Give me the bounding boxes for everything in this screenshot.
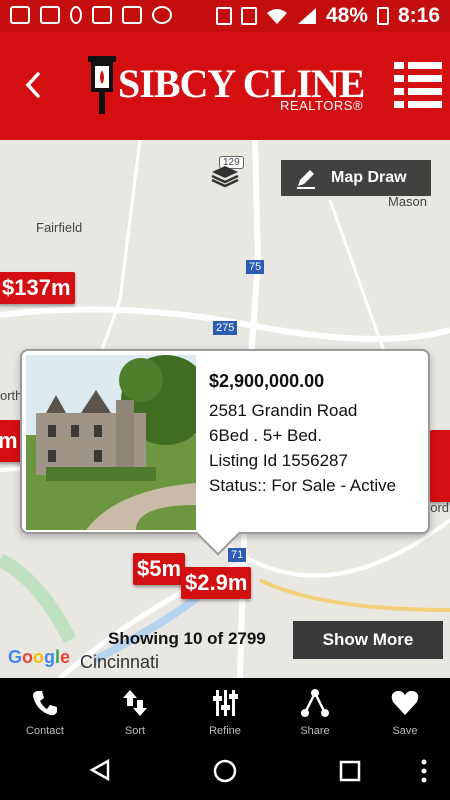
price-pin-partial-left[interactable]: m — [0, 420, 22, 462]
tab-sort-label: Sort — [124, 725, 146, 737]
listing-status: Status:: For Sale - Active — [209, 476, 397, 495]
price-pin-2-9m[interactable]: $2.9m — [181, 567, 252, 599]
map-label-fairfield: Fairfield — [36, 220, 83, 235]
map-draw-label: Map Draw — [331, 169, 407, 186]
map-label-cincinnati: Cincinnati — [80, 652, 160, 672]
wifi-icon — [266, 9, 287, 24]
brand-logo: SIBCY CLINE REALTORS® — [86, 54, 371, 124]
house-photo — [26, 355, 196, 530]
results-count: Showing 10 of 2799 — [108, 629, 266, 648]
nav-recents-icon[interactable] — [338, 759, 362, 783]
lamp-logo-icon — [88, 56, 116, 114]
pencil-icon — [297, 170, 315, 189]
listing-beds: 6Bed . 5+ Bed. — [209, 426, 322, 445]
route-75-shield: 75 — [246, 260, 265, 274]
tab-refine-label: Refine — [209, 725, 241, 737]
shield-icon — [152, 6, 172, 24]
google-logo: Google — [8, 647, 71, 667]
photo-icon — [40, 6, 60, 24]
price-pin-137m[interactable]: $137m — [0, 272, 75, 304]
route-71-shield: 71 — [228, 548, 247, 562]
logo-subtext: REALTORS® — [280, 98, 363, 113]
bluetooth-icon — [215, 7, 232, 25]
price-pin-5m[interactable]: $5m — [133, 553, 186, 585]
battery-icon — [376, 7, 389, 25]
listing-price: $2,900,000.00 — [209, 371, 325, 391]
app-header: SIBCY CLINE REALTORS® — [0, 32, 450, 140]
sort-arrows-icon — [123, 690, 147, 716]
notification-icon — [70, 6, 82, 24]
mail-icon — [10, 6, 30, 24]
nav-more-icon[interactable] — [418, 758, 430, 784]
listing-id: Listing Id 1556287 — [209, 451, 348, 470]
heart-icon — [391, 690, 419, 715]
tab-save[interactable]: Save — [360, 678, 450, 744]
nav-back-icon[interactable] — [88, 758, 112, 782]
tab-sort[interactable]: Sort — [90, 678, 180, 744]
tab-refine[interactable]: Refine — [180, 678, 270, 744]
listing-popup[interactable]: $2,900,000.00 2581 Grandin Road 6Bed . 5… — [20, 349, 430, 534]
image-icon — [122, 6, 142, 24]
map-draw-button[interactable]: Map Draw — [281, 160, 431, 196]
map-label-mason: Mason — [388, 194, 428, 209]
layers-icon[interactable] — [210, 160, 240, 188]
share-icon — [301, 689, 329, 717]
price-pin-partial-right[interactable] — [430, 430, 450, 502]
bottom-tab-bar: Contact Sort Refine Share Save — [0, 678, 450, 744]
menu-button[interactable] — [394, 62, 442, 108]
map-view[interactable]: Fairfield Mason orth Milford 129 75 275 … — [0, 140, 450, 678]
chevron-left-icon — [25, 72, 40, 98]
tab-save-label: Save — [392, 725, 418, 737]
system-nav-bar — [0, 744, 450, 800]
battery-level: 48% — [325, 4, 368, 27]
nav-home-icon[interactable] — [212, 758, 238, 784]
sliders-icon — [213, 690, 238, 716]
vibrate-icon — [240, 7, 257, 25]
tab-share-label: Share — [300, 725, 330, 737]
listing-info: $2,900,000.00 2581 Grandin Road 6Bed . 5… — [209, 369, 396, 498]
show-more-button[interactable]: Show More — [293, 621, 443, 659]
listing-photo[interactable] — [26, 355, 196, 530]
clock: 8:16 — [397, 4, 440, 27]
apps-icon — [92, 6, 112, 24]
tab-share[interactable]: Share — [270, 678, 360, 744]
phone-icon — [33, 691, 57, 716]
status-bar: 48% 8:16 — [0, 0, 450, 32]
route-275-shield: 275 — [213, 321, 238, 335]
listing-address: 2581 Grandin Road — [209, 401, 358, 420]
tab-contact-label: Contact — [26, 725, 64, 737]
back-button[interactable] — [18, 70, 48, 100]
tab-contact[interactable]: Contact — [0, 678, 90, 744]
signal-icon — [297, 8, 316, 24]
